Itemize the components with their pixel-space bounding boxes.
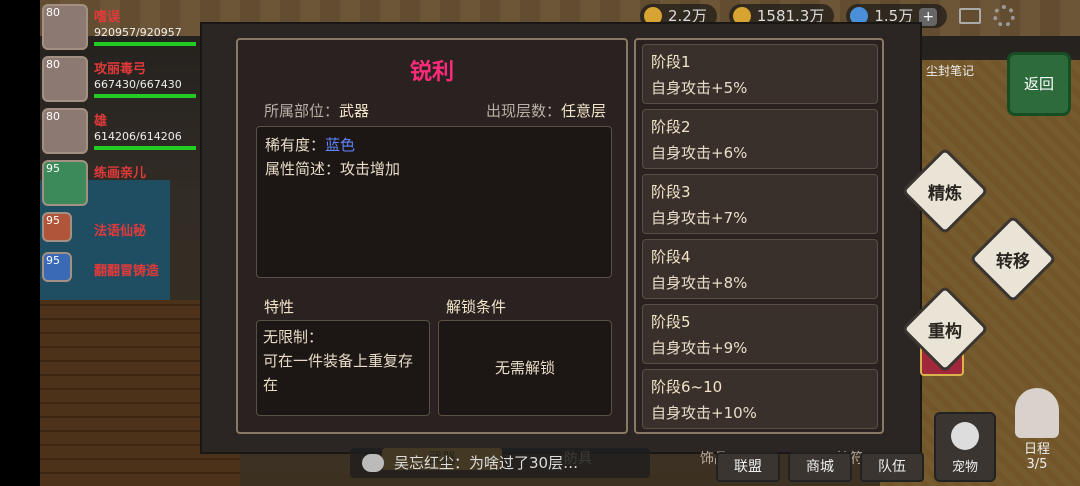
- floor-info: 出现层数：任意层: [485, 102, 606, 120]
- pet-button[interactable]: 宠物: [934, 412, 996, 482]
- mail-icon[interactable]: [959, 8, 982, 24]
- trait-box: 无限制： 可在一件装备上重复存在: [256, 320, 430, 416]
- chat-bar[interactable]: 吴忘红尘：为啥过了30层…: [350, 448, 650, 478]
- trait-detail-popup: 锐利 所属部位：武器 出现层数：任意层 稀有度：蓝色 属性简述：攻击增加 特性 …: [236, 38, 886, 434]
- stage-item: 阶段1 自身攻击+5%: [642, 44, 878, 104]
- summary-line: 属性简述：攻击增加: [265, 160, 401, 178]
- party-member[interactable]: 80 雄 614206/614206: [42, 108, 202, 156]
- slot-info: 所属部位：武器: [264, 102, 370, 120]
- party-member[interactable]: 95 法语仙秘: [42, 212, 202, 248]
- stage-item: 阶段4 自身攻击+8%: [642, 239, 878, 299]
- stage-list-panel: 阶段1 自身攻击+5% 阶段2 自身攻击+6% 阶段3 自身攻击+7% 阶段4 …: [634, 38, 884, 434]
- rarity-line: 稀有度：蓝色: [265, 136, 356, 154]
- hp-bar: [94, 94, 196, 98]
- stage-item: 阶段5 自身攻击+9%: [642, 304, 878, 364]
- alliance-button[interactable]: 联盟: [716, 452, 780, 482]
- trait-info-panel: 锐利 所属部位：武器 出现层数：任意层 稀有度：蓝色 属性简述：攻击增加 特性 …: [236, 38, 628, 434]
- hp-bar: [94, 146, 196, 150]
- gear-icon[interactable]: [993, 5, 1016, 27]
- shop-button[interactable]: 商城: [788, 452, 852, 482]
- party-list: 80 嗜误 920957/920957 80 攻丽毒弓 667430/66743…: [42, 4, 202, 292]
- relic-notes-button[interactable]: 尘封笔记: [920, 56, 980, 376]
- hp-bar: [94, 42, 196, 46]
- trait-header: 特性: [264, 298, 295, 316]
- chat-bubble-icon: [362, 454, 384, 472]
- rebuild-button[interactable]: 重构: [901, 285, 989, 373]
- unlock-box: 无需解锁: [438, 320, 612, 416]
- stage-item: 阶段3 自身攻击+7%: [642, 174, 878, 234]
- party-member[interactable]: 80 攻丽毒弓 667430/667430: [42, 56, 202, 104]
- unlock-header: 解锁条件: [446, 298, 507, 316]
- party-member[interactable]: 95 练画亲儿: [42, 160, 202, 208]
- party-member[interactable]: 80 嗜误 920957/920957: [42, 4, 202, 52]
- team-button[interactable]: 队伍: [860, 452, 924, 482]
- trait-title: 锐利: [409, 60, 454, 85]
- stage-item: 阶段2 自身攻击+6%: [642, 109, 878, 169]
- schedule-button[interactable]: 日程 3/5: [1008, 388, 1066, 482]
- party-member[interactable]: 95 翻翻冒铸造: [42, 252, 202, 288]
- stage-item: 阶段6~10 自身攻击+10%: [642, 369, 878, 429]
- paw-icon: [951, 422, 979, 450]
- character-portrait: [1015, 388, 1059, 438]
- back-button[interactable]: 返回: [1007, 52, 1071, 116]
- trait-description-box: 稀有度：蓝色 属性简述：攻击增加: [256, 126, 612, 278]
